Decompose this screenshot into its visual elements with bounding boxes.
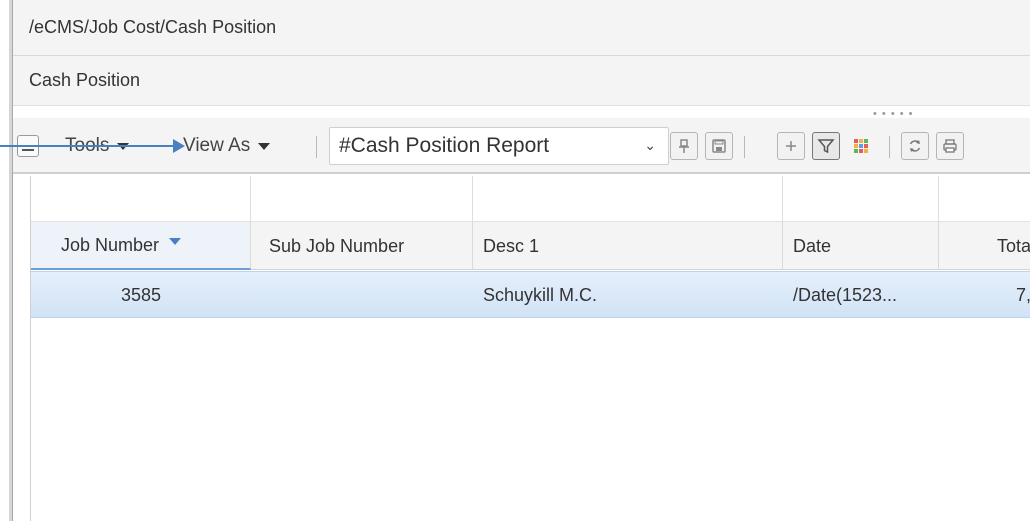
column-header-label: Tota bbox=[996, 235, 1030, 256]
view-select-value: #Cash Position Report bbox=[339, 134, 550, 157]
column-header-date[interactable]: Date bbox=[783, 222, 939, 270]
refresh-button[interactable] bbox=[901, 132, 929, 160]
cell-desc-1: Schuykill M.C. bbox=[483, 284, 598, 305]
color-grid-icon bbox=[854, 139, 868, 153]
view-as-menu[interactable]: View As bbox=[183, 118, 271, 174]
view-select[interactable]: #Cash Position Report ⌄ bbox=[329, 127, 669, 165]
view-as-menu-label: View As bbox=[183, 135, 251, 156]
cell-sub-job-number bbox=[251, 272, 473, 318]
toolbar-divider bbox=[316, 136, 317, 158]
column-header-label: Date bbox=[793, 235, 832, 256]
cell-total: 7, bbox=[1015, 284, 1030, 305]
page-title: Cash Position bbox=[29, 70, 141, 90]
column-header-job-number[interactable]: Job Number bbox=[31, 222, 251, 270]
column-header-sub-job-number[interactable]: Sub Job Number bbox=[251, 222, 473, 270]
main-panel: /eCMS/Job Cost/Cash Position Cash Positi… bbox=[13, 0, 1030, 521]
column-header-label: Job Number bbox=[61, 234, 160, 255]
column-header-label: Sub Job Number bbox=[269, 235, 405, 256]
print-button[interactable] bbox=[936, 132, 964, 160]
table-row[interactable]: 3585 Schuykill M.C. /Date(1523... 7, bbox=[31, 271, 1030, 318]
annotation-arrow-head-icon bbox=[173, 139, 185, 153]
page-title-bar: Cash Position bbox=[13, 56, 1030, 106]
cell-job-number: 3585 bbox=[120, 284, 162, 305]
filter-icon bbox=[817, 139, 835, 154]
grid-header: Job Number Sub Job Number Desc 1 Date To… bbox=[31, 222, 1030, 270]
data-grid: Job Number Sub Job Number Desc 1 Date To… bbox=[30, 176, 1030, 521]
column-header-total[interactable]: Tota bbox=[939, 222, 1030, 270]
pin-button[interactable] bbox=[670, 132, 698, 160]
toolbar-divider bbox=[744, 136, 745, 158]
filter-button[interactable] bbox=[812, 132, 840, 160]
add-icon bbox=[786, 141, 796, 151]
sort-descending-icon bbox=[169, 237, 182, 245]
app-window: /eCMS/Job Cost/Cash Position Cash Positi… bbox=[0, 0, 1030, 521]
left-frame bbox=[0, 0, 13, 521]
save-icon bbox=[712, 139, 726, 153]
filter-cell-job-number[interactable] bbox=[31, 176, 251, 222]
chevron-down-icon bbox=[258, 142, 271, 150]
column-header-label: Desc 1 bbox=[483, 235, 540, 256]
breadcrumb-text: /eCMS/Job Cost/Cash Position bbox=[29, 17, 277, 37]
color-grid-button[interactable] bbox=[847, 132, 875, 160]
filter-cell-desc-1[interactable] bbox=[473, 176, 783, 222]
save-button[interactable] bbox=[705, 132, 733, 160]
filter-cell-total[interactable] bbox=[939, 176, 1030, 222]
pin-icon bbox=[679, 139, 689, 153]
cell-date: /Date(1523... bbox=[793, 284, 898, 305]
minus-icon bbox=[22, 149, 34, 151]
refresh-icon bbox=[909, 140, 921, 152]
print-icon bbox=[943, 139, 957, 153]
filter-row bbox=[31, 176, 1030, 222]
add-button[interactable] bbox=[777, 132, 805, 160]
filter-cell-date[interactable] bbox=[783, 176, 939, 222]
toolbar-divider bbox=[889, 136, 890, 158]
breadcrumb: /eCMS/Job Cost/Cash Position bbox=[13, 0, 1030, 56]
filter-cell-sub-job-number[interactable] bbox=[251, 176, 473, 222]
chevron-down-icon: ⌄ bbox=[644, 137, 656, 153]
annotation-arrow bbox=[0, 145, 176, 147]
column-header-desc-1[interactable]: Desc 1 bbox=[473, 222, 783, 270]
